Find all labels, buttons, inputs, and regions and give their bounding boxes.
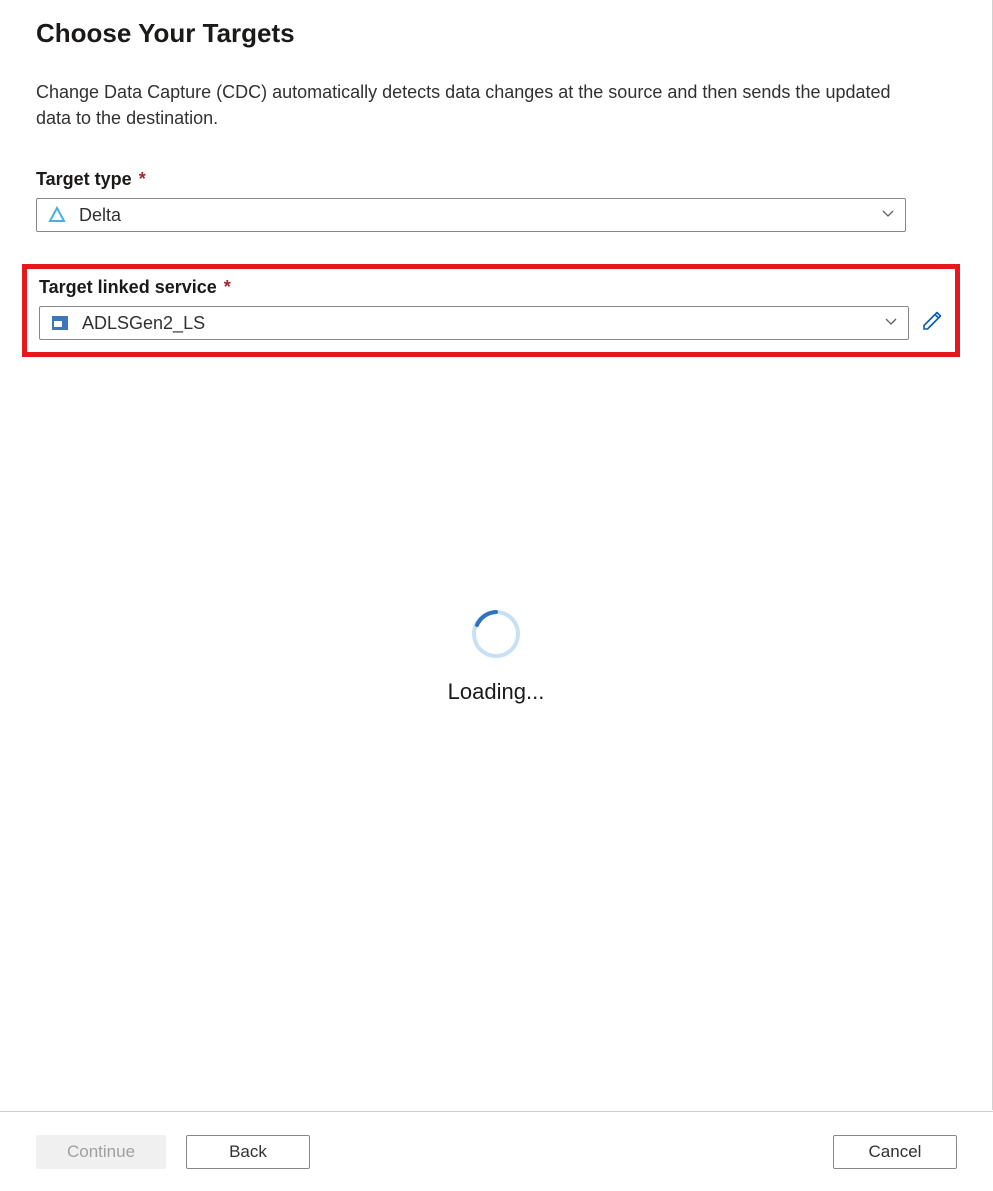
linked-service-value: ADLSGen2_LS	[82, 313, 884, 334]
required-marker: *	[139, 169, 146, 189]
pencil-icon	[921, 310, 943, 337]
required-marker: *	[224, 277, 231, 297]
cancel-button[interactable]: Cancel	[833, 1135, 957, 1169]
loading-text: Loading...	[448, 679, 545, 705]
storage-icon	[50, 313, 70, 333]
page-description: Change Data Capture (CDC) automatically …	[36, 79, 916, 131]
linked-service-field: Target linked service * ADLSGen2_LS	[39, 277, 943, 340]
target-type-field: Target type * Delta	[36, 169, 956, 232]
target-type-label-text: Target type	[36, 169, 132, 189]
delta-icon	[47, 205, 67, 225]
linked-service-highlight: Target linked service * ADLSGen2_LS	[22, 264, 960, 357]
footer: Continue Back Cancel	[0, 1111, 993, 1191]
chevron-down-icon	[881, 206, 895, 225]
target-type-dropdown[interactable]: Delta	[36, 198, 906, 232]
loading-spinner-icon	[469, 607, 523, 661]
target-type-label: Target type *	[36, 169, 956, 190]
chevron-down-icon	[884, 314, 898, 333]
target-type-value: Delta	[79, 205, 881, 226]
main-panel: Choose Your Targets Change Data Capture …	[0, 0, 993, 1110]
edit-linked-service-button[interactable]	[921, 306, 943, 340]
page-title: Choose Your Targets	[36, 18, 956, 49]
linked-service-label-text: Target linked service	[39, 277, 217, 297]
continue-button: Continue	[36, 1135, 166, 1169]
loading-area: Loading...	[36, 607, 956, 705]
linked-service-dropdown[interactable]: ADLSGen2_LS	[39, 306, 909, 340]
linked-service-label: Target linked service *	[39, 277, 943, 298]
back-button[interactable]: Back	[186, 1135, 310, 1169]
